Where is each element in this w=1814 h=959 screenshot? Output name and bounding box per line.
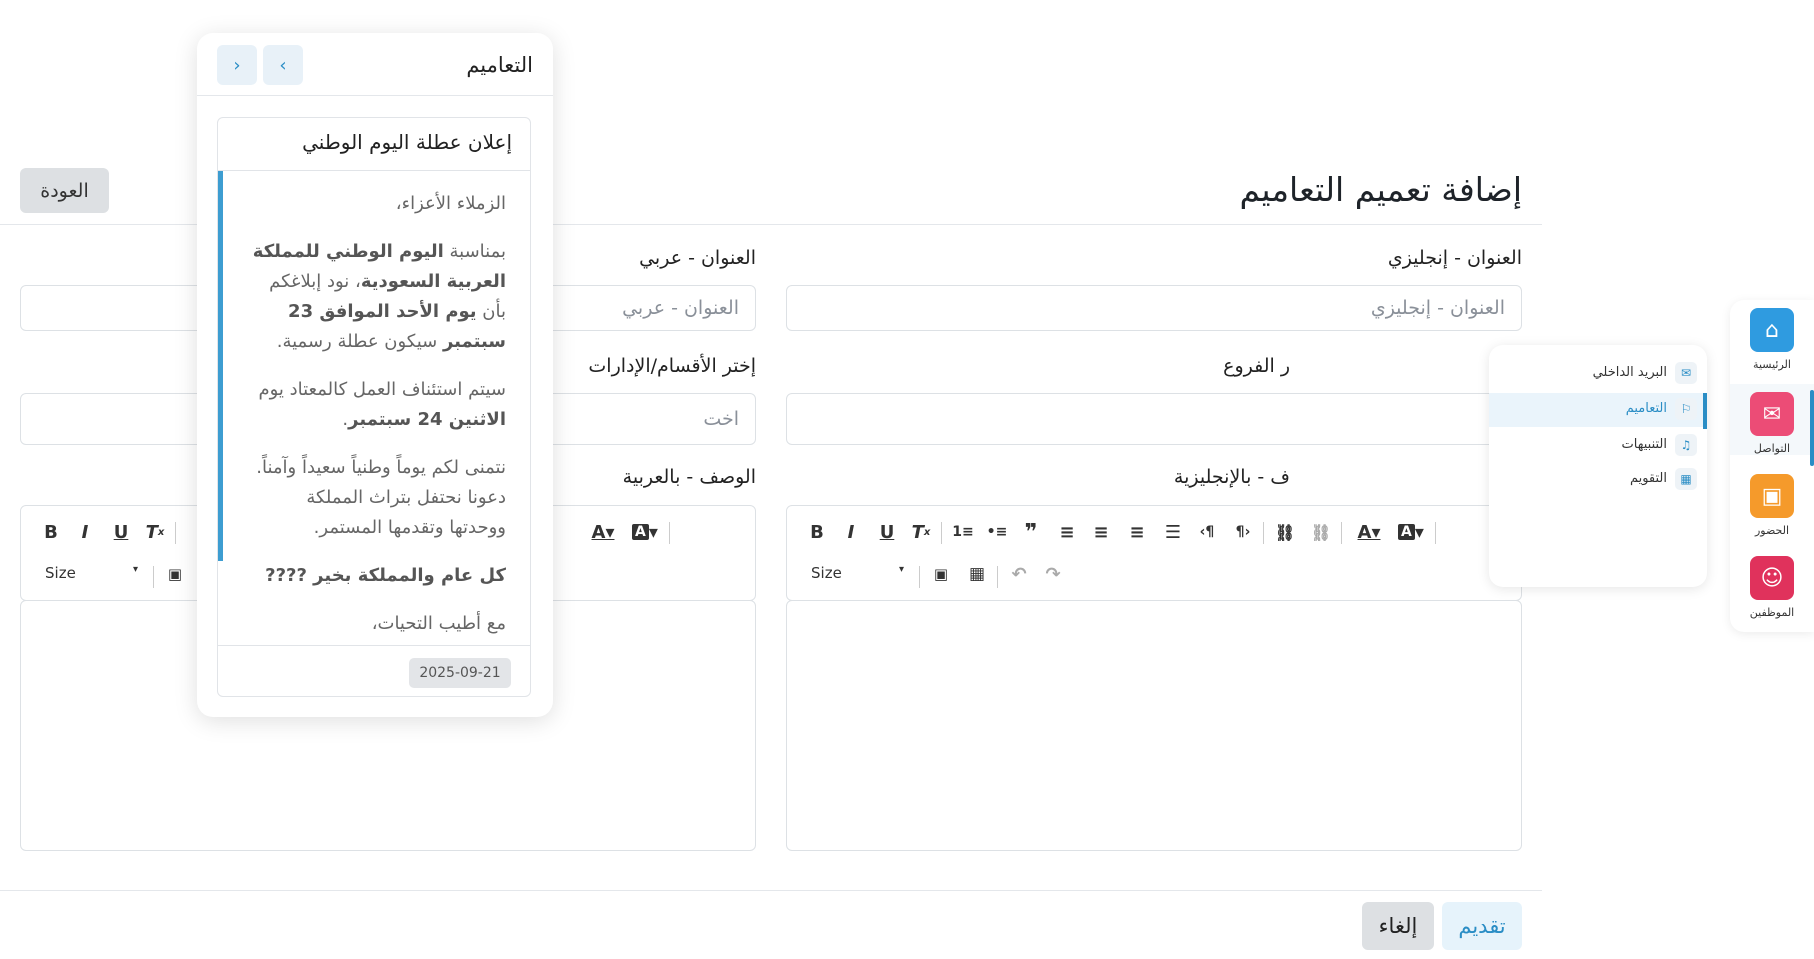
attendance-icon: ▣: [1750, 474, 1794, 518]
link-icon[interactable]: ⛓: [1271, 518, 1299, 546]
popup-title: التعاميم: [466, 53, 533, 77]
desc-ar-label: الوصف - بالعربية: [622, 466, 756, 488]
announcement-paragraph: بمناسبة اليوم الوطني للمملكة العربية الس…: [252, 241, 506, 352]
italic-button[interactable]: I: [71, 518, 99, 546]
size-chevron-icon[interactable]: ▾: [899, 564, 904, 575]
bullet-list-icon[interactable]: •≡: [983, 518, 1011, 546]
announcement-signoff: مع أطيب التحيات،: [371, 613, 506, 634]
bg-color-icon[interactable]: A ▾: [1391, 518, 1431, 546]
footer-divider: [0, 890, 1542, 891]
date-badge: 2025-09-21: [409, 658, 511, 688]
page-title: إضافة تعميم التعاميم: [1239, 170, 1522, 209]
mail-icon: ✉: [1675, 362, 1697, 384]
align-right-icon[interactable]: ≡: [1123, 518, 1151, 546]
desc-en-toolbar: B I U Tx 1≡ •≡ ❞ ≡ ≡ ≡ ☰ ‹¶ ¶› ⛓ ⛓ A▾ A ▾…: [786, 505, 1522, 601]
circulars-popup: التعاميم ‹ › إعلان عطلة اليوم الوطني الز…: [197, 33, 553, 717]
rail-item-communication[interactable]: ✉ التواصل: [1730, 384, 1814, 455]
prev-button[interactable]: ‹: [263, 45, 303, 85]
rtl-icon[interactable]: ¶›: [1229, 518, 1257, 546]
bold-button[interactable]: B: [803, 518, 831, 546]
chevron-left-icon: ‹: [279, 54, 287, 76]
align-left-icon[interactable]: ≡: [1053, 518, 1081, 546]
employees-icon: ☺: [1750, 556, 1794, 600]
bold-button[interactable]: B: [37, 518, 65, 546]
announcement-title: إعلان عطلة اليوم الوطني: [302, 130, 512, 154]
back-button[interactable]: العودة: [20, 168, 109, 213]
quote-icon[interactable]: ❞: [1017, 518, 1045, 546]
right-nav-rail: ⌂ الرئيسية ✉ التواصل ▣ الحضور ☺ الموظفين: [1730, 300, 1814, 632]
calendar-icon: ▦: [1675, 468, 1697, 490]
align-center-icon[interactable]: ≡: [1087, 518, 1115, 546]
departments-label: إختر الأقسام/الإدارات: [588, 355, 756, 377]
announcement-paragraph: نتمنى لكم يوماً وطنياً سعيداً وآمناً. دع…: [256, 457, 506, 538]
branches-label: ر الفروع: [1223, 355, 1290, 377]
announcement-paragraph: كل عام والمملكة بخير ????: [265, 565, 506, 586]
chat-icon: ✉: [1750, 392, 1794, 436]
align-justify-icon[interactable]: ☰: [1159, 518, 1187, 546]
rail-item-home[interactable]: ⌂ الرئيسية: [1730, 300, 1814, 371]
announcement-body[interactable]: الزملاء الأعزاء، بمناسبة اليوم الوطني لل…: [218, 171, 530, 645]
circulars-icon: ⚐: [1675, 398, 1697, 420]
undo-icon[interactable]: ↶: [1005, 560, 1033, 588]
unlink-icon[interactable]: ⛓: [1307, 518, 1335, 546]
announcement-card: إعلان عطلة اليوم الوطني الزملاء الأعزاء،…: [217, 117, 531, 697]
clear-format-button[interactable]: Tx: [141, 518, 169, 546]
text-color-icon[interactable]: A▾: [1349, 518, 1389, 546]
announcement-greeting: الزملاء الأعزاء،: [395, 193, 506, 214]
next-button[interactable]: ›: [217, 45, 257, 85]
size-select[interactable]: Size: [811, 564, 842, 582]
table-icon[interactable]: ▦: [963, 560, 991, 588]
branches-select[interactable]: [786, 393, 1522, 445]
clear-format-button[interactable]: Tx: [907, 518, 935, 546]
underline-button[interactable]: U: [107, 518, 135, 546]
size-chevron-icon[interactable]: ▾: [133, 564, 138, 575]
title-ar-label: العنوان - عربي: [639, 247, 756, 269]
desc-en-label: ف - بالإنجليزية: [1173, 466, 1290, 488]
submenu-item-mail[interactable]: ✉ البريد الداخلي: [1489, 357, 1707, 391]
italic-button[interactable]: I: [837, 518, 865, 546]
size-select[interactable]: Size: [45, 564, 76, 582]
communication-submenu: ✉ البريد الداخلي ⚐ التعاميم ♫ التنبيهات …: [1489, 345, 1707, 587]
announcement-paragraph: سيتم استئناف العمل كالمعتاد يوم الاثنين …: [258, 379, 506, 430]
title-en-input[interactable]: [786, 285, 1522, 331]
home-icon: ⌂: [1750, 308, 1794, 352]
submenu-item-alerts[interactable]: ♫ التنبيهات: [1489, 429, 1707, 463]
desc-en-editor[interactable]: [786, 600, 1522, 851]
cancel-button[interactable]: إلغاء: [1362, 902, 1434, 950]
submenu-item-calendar[interactable]: ▦ التقويم: [1489, 463, 1707, 497]
text-color-icon[interactable]: A▾: [583, 518, 623, 546]
ltr-icon[interactable]: ‹¶: [1193, 518, 1221, 546]
submenu-item-circulars[interactable]: ⚐ التعاميم: [1489, 393, 1707, 427]
title-en-label: العنوان - إنجليزي: [1387, 247, 1522, 269]
chevron-right-icon: ›: [233, 54, 241, 76]
submit-button[interactable]: تقديم: [1442, 902, 1522, 950]
redo-icon[interactable]: ↷: [1039, 560, 1067, 588]
rail-item-employees[interactable]: ☺ الموظفين: [1730, 548, 1814, 619]
image-icon[interactable]: ▣: [161, 560, 189, 588]
bg-color-icon[interactable]: A ▾: [625, 518, 665, 546]
rail-item-attendance[interactable]: ▣ الحضور: [1730, 466, 1814, 537]
ordered-list-icon[interactable]: 1≡: [949, 518, 977, 546]
image-icon[interactable]: ▣: [927, 560, 955, 588]
underline-button[interactable]: U: [873, 518, 901, 546]
bell-icon: ♫: [1675, 434, 1697, 456]
